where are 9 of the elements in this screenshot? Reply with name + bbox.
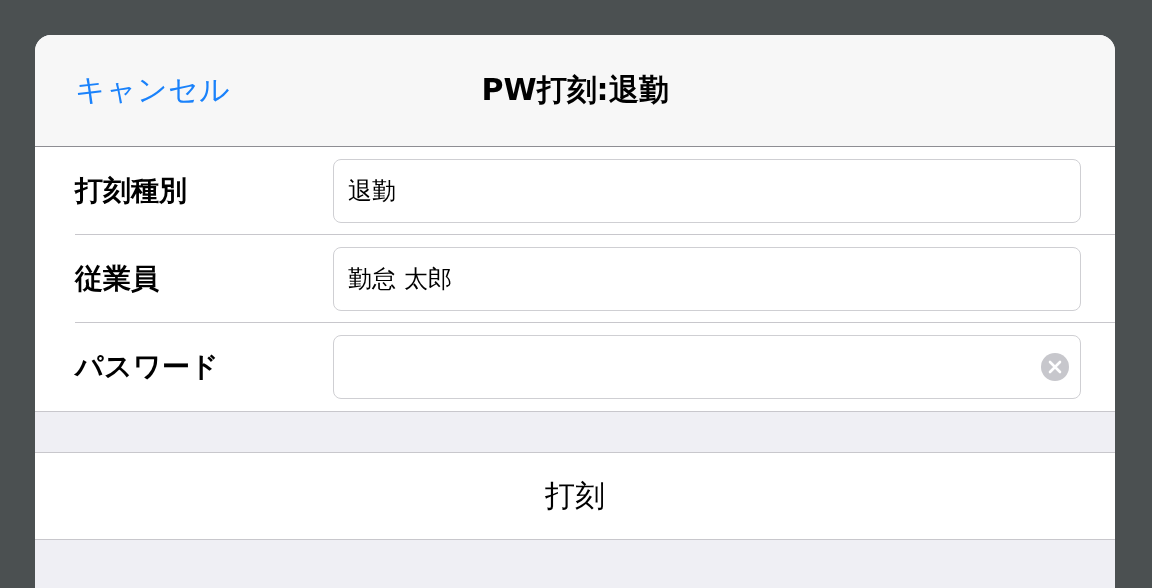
field-label: 従業員 (75, 260, 160, 297)
text-field[interactable]: 勤怠 太郎 (333, 246, 1081, 311)
field-label: パスワード (75, 349, 220, 385)
text-field[interactable]: 退勤 (333, 158, 1081, 223)
dialog-title: PW打刻:退勤 (481, 71, 669, 109)
text-field[interactable] (333, 335, 1081, 399)
submit-button[interactable]: 打刻 (35, 452, 1115, 540)
clear-icon[interactable] (1041, 353, 1069, 381)
field-label: 打刻種別 (75, 172, 188, 209)
